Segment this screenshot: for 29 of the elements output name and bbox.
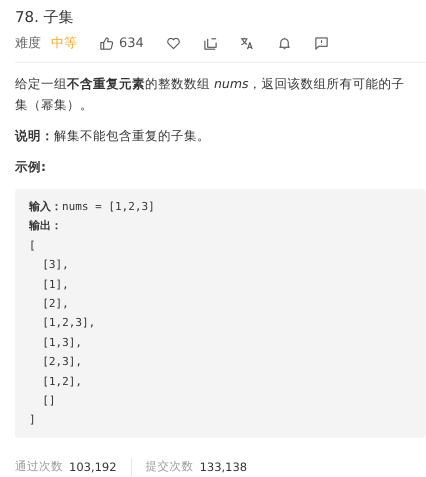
code-line: ] (29, 412, 37, 428)
code-line: [3], (41, 257, 70, 274)
code-line: 输出： (29, 218, 63, 234)
note-text: 说明：解集不能包含重复的子集。 (15, 127, 211, 145)
code-line: [1,2], (41, 374, 83, 390)
stat-label: 通过次数 (15, 459, 63, 474)
code-line: [2,3], (41, 354, 83, 370)
example-heading: 示例: (15, 158, 47, 176)
code-line: [1], (41, 276, 70, 293)
code-line: [ (29, 238, 37, 254)
thumbs-up-icon[interactable] (99, 36, 114, 50)
stat-label: 提交次数 (146, 459, 194, 474)
stat-value: 133,138 (200, 460, 248, 474)
code-line: [] (41, 393, 56, 410)
difficulty-value: 中等 (51, 35, 77, 52)
code-line: 输入：nums = [1,2,3] (29, 199, 156, 215)
code-line: [2], (41, 296, 70, 312)
difficulty-label: 难度 (15, 35, 41, 52)
bell-icon[interactable] (276, 36, 292, 50)
translate-icon[interactable] (240, 36, 255, 50)
problem-description: 给定一组不含重复元素的整数数组 nums，返回该数组所有可能的子集（幂集）。 (15, 75, 406, 114)
feedback-icon[interactable] (314, 36, 329, 50)
problem-title: 78. 子集 (15, 7, 75, 28)
share-icon[interactable] (202, 36, 218, 50)
code-line: [1,3], (41, 334, 83, 351)
code-line: [1,2,3], (41, 315, 96, 332)
like-count: 634 (119, 36, 144, 50)
stat-value: 103,192 (69, 460, 117, 474)
heart-icon[interactable] (166, 36, 181, 50)
